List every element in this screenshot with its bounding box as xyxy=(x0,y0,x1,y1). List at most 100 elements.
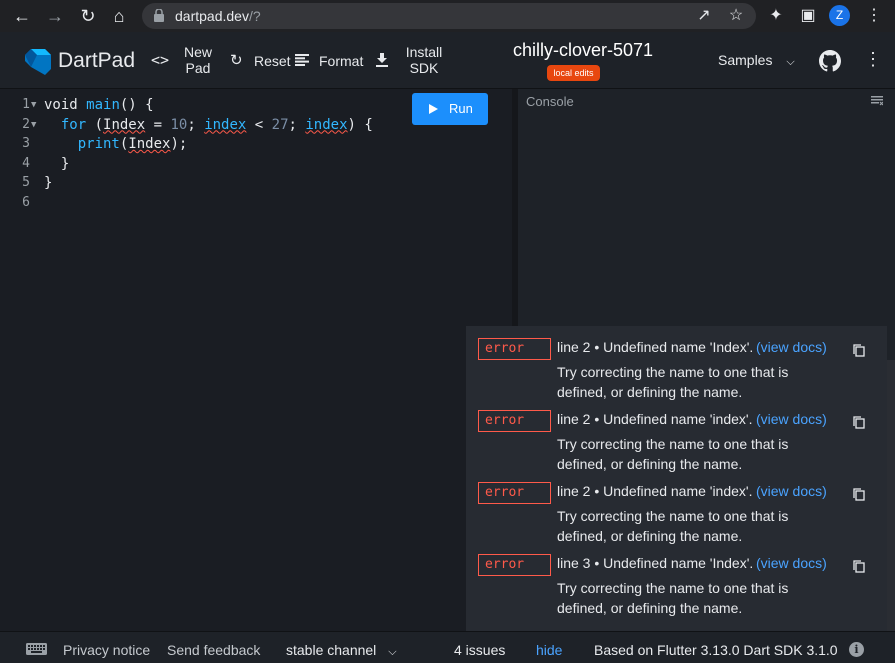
line-number: 2 xyxy=(22,116,30,132)
code-token: } xyxy=(44,175,53,191)
code-token: print xyxy=(77,136,120,152)
issue-hint: Try correcting the name to one that is d… xyxy=(557,580,789,616)
reset-icon[interactable]: ↻ xyxy=(230,51,243,69)
copy-icon[interactable] xyxy=(853,344,865,357)
format-button[interactable]: Format xyxy=(319,53,363,69)
severity-chip: error xyxy=(478,338,551,360)
issue-message[interactable]: line 2 • Undefined name 'Index'. xyxy=(557,339,753,355)
code-token: 10 xyxy=(170,116,188,133)
line-number: 5 xyxy=(22,175,30,190)
code-line: 5 } xyxy=(0,175,512,194)
code-token: void xyxy=(44,97,87,113)
run-label: Run xyxy=(449,101,473,116)
issue-hint: Try correcting the name to one that is d… xyxy=(557,508,789,544)
browser-toolbar: ← → ↻ ⌂ dartpad.dev/? ↗ ☆ ✦ ▣ Z ⋮ xyxy=(0,0,895,32)
forward-icon[interactable]: → xyxy=(43,4,67,28)
app-header: DartPad <> New Pad ↻ Reset Format Instal… xyxy=(0,32,895,89)
new-pad-label-2: Pad xyxy=(185,60,211,76)
issue-hint: Try correcting the name to one that is d… xyxy=(557,364,789,400)
view-docs-link[interactable]: (view docs) xyxy=(756,555,827,571)
code-token-error: Index xyxy=(103,116,146,133)
code-token: 27 xyxy=(271,116,289,133)
share-icon[interactable]: ↗ xyxy=(692,4,716,28)
severity-chip: error xyxy=(478,410,551,432)
profile-avatar[interactable]: Z xyxy=(829,5,850,26)
code-editor[interactable]: 1 ▼ void main() { 2 ▼ for (Index = 10; i… xyxy=(0,89,512,631)
channel-label: stable channel xyxy=(286,642,377,658)
lock-icon xyxy=(154,9,164,22)
code-token-error: Index xyxy=(128,136,171,152)
chevron-down-icon: ⌵ xyxy=(786,56,795,68)
reload-icon[interactable]: ↻ xyxy=(76,4,100,28)
line-number: 3 xyxy=(22,136,30,151)
console-title: Console xyxy=(526,94,574,109)
code-token: ; xyxy=(187,116,205,133)
extensions-icon[interactable]: ✦ xyxy=(764,4,788,28)
install-sdk-button[interactable]: Install SDK xyxy=(402,44,446,76)
code-line: 4 } xyxy=(0,156,512,175)
copy-icon[interactable] xyxy=(853,560,865,573)
install-label-2: SDK xyxy=(409,60,439,76)
code-token: < xyxy=(246,116,272,133)
view-docs-link[interactable]: (view docs) xyxy=(756,411,827,427)
dart-logo-icon xyxy=(25,49,51,75)
fold-arrow-icon[interactable]: ▼ xyxy=(31,120,36,130)
back-icon[interactable]: ← xyxy=(10,4,34,28)
channel-dropdown[interactable]: stable channel ⌵ xyxy=(286,642,397,659)
info-icon[interactable]: i xyxy=(849,642,864,657)
copy-icon[interactable] xyxy=(853,488,865,501)
issue-item: error line 2 • Undefined name 'Index'. (… xyxy=(466,326,887,400)
code-token: ; xyxy=(288,116,306,133)
samples-dropdown[interactable]: Samples ⌵ xyxy=(718,52,795,69)
gist-title[interactable]: chilly-clover-5071 xyxy=(484,40,682,61)
view-docs-link[interactable]: (view docs) xyxy=(756,483,827,499)
new-pad-button[interactable]: New Pad xyxy=(181,44,215,76)
install-label-1: Install xyxy=(405,44,443,60)
privacy-notice-link[interactable]: Privacy notice xyxy=(63,642,150,658)
code-token: } xyxy=(60,155,70,172)
send-feedback-link[interactable]: Send feedback xyxy=(167,642,260,658)
code-token: for xyxy=(60,116,87,133)
issue-hint: Try correcting the name to one that is d… xyxy=(557,436,789,472)
github-icon[interactable] xyxy=(819,50,841,72)
copy-icon[interactable] xyxy=(853,416,865,429)
code-token: ); xyxy=(170,136,188,152)
format-icon[interactable] xyxy=(295,54,309,66)
code-token: () { xyxy=(119,97,154,113)
keyboard-icon[interactable] xyxy=(26,643,47,655)
local-edits-badge: local edits xyxy=(547,65,600,81)
line-number: 4 xyxy=(22,155,30,171)
code-token-error: index xyxy=(305,116,348,133)
hide-issues-link[interactable]: hide xyxy=(536,642,562,658)
samples-label: Samples xyxy=(718,52,773,68)
version-info: Based on Flutter 3.13.0 Dart SDK 3.1.0 xyxy=(594,642,838,658)
issue-item: error line 3 • Undefined name 'Index'. (… xyxy=(466,542,887,616)
issue-message[interactable]: line 3 • Undefined name 'Index'. xyxy=(557,555,753,571)
home-icon[interactable]: ⌂ xyxy=(107,4,131,28)
code-token: main xyxy=(86,97,120,113)
issue-item: error line 2 • Undefined name 'index'. (… xyxy=(466,398,887,472)
reset-button[interactable]: Reset xyxy=(254,53,291,69)
code-brackets-icon[interactable]: <> xyxy=(151,51,169,69)
issue-message[interactable]: line 2 • Undefined name 'index'. xyxy=(557,411,752,427)
issues-panel: error line 2 • Undefined name 'Index'. (… xyxy=(466,326,887,631)
view-docs-link[interactable]: (view docs) xyxy=(756,339,827,355)
severity-chip: error xyxy=(478,482,551,504)
more-options-icon[interactable]: ⋮ xyxy=(864,49,882,70)
download-icon[interactable] xyxy=(376,53,388,67)
address-bar[interactable]: dartpad.dev/? ↗ ☆ xyxy=(142,3,756,29)
fold-arrow-icon[interactable]: ▼ xyxy=(31,100,36,110)
issue-count: 4 issues xyxy=(454,642,506,658)
bookmark-star-icon[interactable]: ☆ xyxy=(724,4,748,28)
code-line: 6 xyxy=(0,195,512,214)
app-title: DartPad xyxy=(58,49,136,72)
issue-item: error line 2 • Undefined name 'index'. (… xyxy=(466,470,887,544)
run-button[interactable]: Run xyxy=(412,93,488,125)
clear-console-icon[interactable] xyxy=(871,96,883,106)
code-token: ( xyxy=(86,116,104,133)
browser-menu-icon[interactable]: ⋮ xyxy=(862,4,886,28)
play-icon xyxy=(429,104,438,114)
issue-message[interactable]: line 2 • Undefined name 'index'. xyxy=(557,483,752,499)
status-bar: Privacy notice Send feedback stable chan… xyxy=(0,631,895,663)
side-panel-icon[interactable]: ▣ xyxy=(796,4,820,28)
